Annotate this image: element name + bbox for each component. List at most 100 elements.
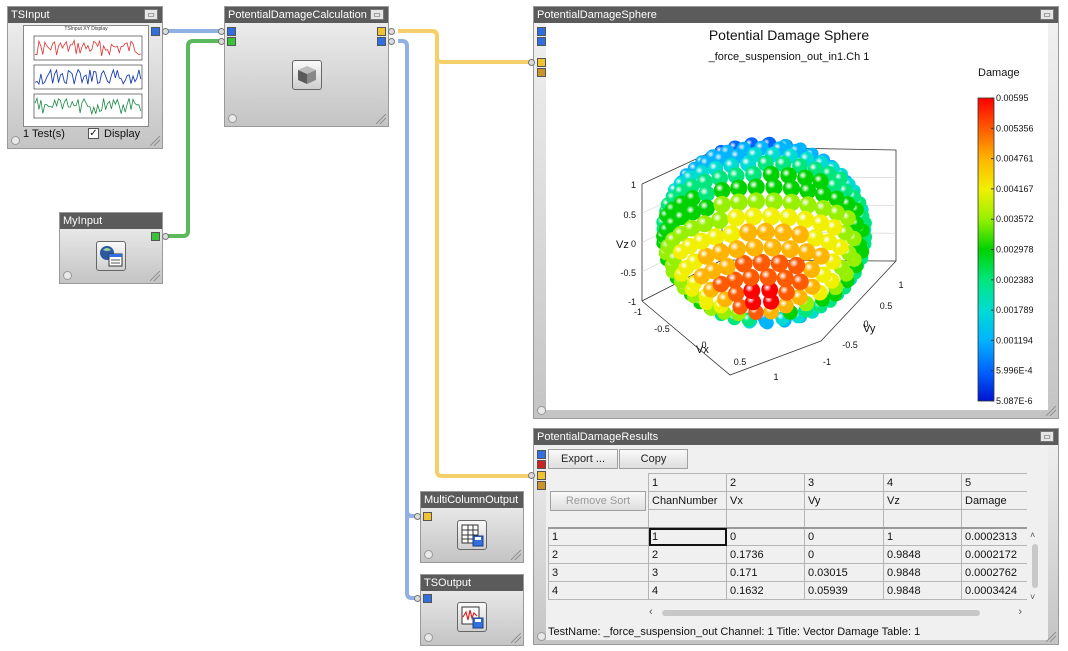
table-cell[interactable]: 0.05939 — [804, 581, 884, 600]
table-cell[interactable]: 0.171 — [726, 563, 805, 582]
column-number[interactable]: 3 — [804, 473, 884, 492]
column-header-damage[interactable]: Damage — [961, 491, 1027, 510]
results-input-port-1[interactable] — [537, 450, 546, 459]
row-index[interactable]: 3 — [548, 563, 649, 582]
sphere-chart[interactable]: Potential Damage Sphere _force_suspensio… — [546, 23, 1048, 410]
table-cell[interactable]: 0.0003424 — [961, 581, 1027, 600]
sphere-plot-area[interactable]: Potential Damage Sphere _force_suspensio… — [546, 23, 1048, 410]
table-cell[interactable]: 0 — [726, 527, 805, 546]
damage-sphere-panel[interactable]: PotentialDamageSphere ▭ Potential Damage… — [533, 6, 1059, 419]
resize-grip[interactable] — [150, 271, 160, 281]
results-input-port-2[interactable] — [537, 460, 546, 469]
resize-grip[interactable] — [511, 550, 521, 560]
maximize-icon[interactable]: ▭ — [144, 9, 158, 20]
calc-node[interactable]: PotentialDamageCalculation ▭ — [224, 6, 389, 127]
results-titlebar[interactable]: PotentialDamageResults ▭ — [534, 429, 1058, 445]
vertical-scrollbar[interactable]: ˄ ˅ — [1028, 530, 1042, 606]
table-cell[interactable]: 0.1736 — [726, 545, 805, 564]
table-row[interactable]: 4 4 0.1632 0.05939 0.9848 0.0003424 — [548, 581, 1027, 600]
sphere-titlebar[interactable]: PotentialDamageSphere ▭ — [534, 7, 1058, 23]
resize-grip[interactable] — [511, 633, 521, 643]
resize-grip[interactable] — [376, 114, 386, 124]
calc-output-port-2[interactable] — [377, 37, 386, 46]
row-index[interactable]: 2 — [548, 545, 649, 564]
horizontal-scrollbar[interactable]: ‹ › — [648, 606, 1024, 620]
calc-input-port-2[interactable] — [227, 37, 236, 46]
scroll-up-icon[interactable]: ˄ — [1030, 530, 1035, 540]
resize-grip[interactable] — [1046, 632, 1056, 642]
tsoutput-input-port[interactable] — [423, 594, 432, 603]
display-checkbox[interactable]: ✓ — [88, 128, 99, 139]
column-number[interactable]: 4 — [883, 473, 962, 492]
sphere-input-port-4[interactable] — [537, 68, 546, 77]
scroll-left-icon[interactable]: ‹ — [649, 606, 653, 618]
colorbar-tick-label: 5.087E-6 — [996, 396, 1033, 406]
table-cell[interactable]: 0 — [804, 527, 884, 546]
myinput-node[interactable]: MyInput — [59, 212, 163, 284]
column-header-chan[interactable]: ChanNumber — [648, 491, 727, 510]
multi-titlebar[interactable]: MultiColumnOutput — [421, 492, 523, 508]
x-tick-label: -0.5 — [654, 324, 670, 334]
row-index[interactable]: 1 — [548, 527, 649, 546]
column-number[interactable]: 1 — [648, 473, 727, 492]
column-header-vx[interactable]: Vx — [726, 491, 805, 510]
resize-grip[interactable] — [1046, 406, 1056, 416]
filter-cell[interactable] — [961, 509, 1027, 528]
copy-button[interactable]: Copy — [619, 449, 688, 469]
results-table[interactable]: 1 2 3 4 5 ChanNumber Vx Vy Vz Damage 1 1… — [548, 473, 1027, 600]
table-cell[interactable]: 0.0002762 — [961, 563, 1027, 582]
table-row[interactable]: 1 1 0 0 1 0.0002313 — [548, 527, 1027, 546]
filter-cell[interactable] — [804, 509, 884, 528]
maximize-icon[interactable]: ▭ — [1040, 9, 1054, 20]
tsoutput-node[interactable]: TSOutput — [420, 574, 524, 646]
sphere-input-port-2[interactable] — [537, 37, 546, 46]
table-cell[interactable]: 0.0002313 — [961, 527, 1027, 546]
table-cell[interactable]: 2 — [648, 545, 727, 564]
table-cell[interactable]: 1 — [648, 527, 727, 546]
table-cell[interactable]: 0.9848 — [883, 581, 962, 600]
table-cell[interactable]: 0.9848 — [883, 545, 962, 564]
calc-output-port-1[interactable] — [377, 27, 386, 36]
table-row[interactable]: 2 2 0.1736 0 0.9848 0.0002172 — [548, 545, 1027, 564]
myinput-titlebar[interactable]: MyInput — [60, 213, 162, 229]
scrollbar-thumb[interactable] — [662, 610, 980, 616]
results-input-port-3[interactable] — [537, 471, 546, 480]
sphere-input-port-3[interactable] — [537, 58, 546, 67]
tsinput-node[interactable]: TSInput ▭ TSInput XY Display 1 Test(s) ✓… — [7, 6, 163, 149]
multi-input-port[interactable] — [423, 512, 432, 521]
myinput-output-port[interactable] — [151, 232, 160, 241]
multicolumn-output-node[interactable]: MultiColumnOutput — [420, 491, 524, 563]
column-header-vz[interactable]: Vz — [883, 491, 962, 510]
scroll-right-icon[interactable]: › — [1018, 606, 1022, 618]
sphere-input-port-1[interactable] — [537, 27, 546, 36]
tsinput-output-port[interactable] — [151, 27, 160, 36]
scroll-down-icon[interactable]: ˅ — [1030, 592, 1035, 602]
table-cell[interactable]: 0.0002172 — [961, 545, 1027, 564]
column-number[interactable]: 2 — [726, 473, 805, 492]
table-cell[interactable]: 0.9848 — [883, 563, 962, 582]
table-cell[interactable]: 0.03015 — [804, 563, 884, 582]
column-header-vy[interactable]: Vy — [804, 491, 884, 510]
table-cell[interactable]: 1 — [883, 527, 962, 546]
scrollbar-thumb[interactable] — [1032, 544, 1038, 588]
export-button[interactable]: Export ... — [548, 449, 618, 469]
filter-cell[interactable] — [648, 509, 727, 528]
results-input-port-4[interactable] — [537, 481, 546, 490]
tsoutput-titlebar[interactable]: TSOutput — [421, 575, 523, 591]
calc-input-port-1[interactable] — [227, 27, 236, 36]
filter-cell[interactable] — [883, 509, 962, 528]
table-cell[interactable]: 3 — [648, 563, 727, 582]
row-index[interactable]: 4 — [548, 581, 649, 600]
column-number[interactable]: 5 — [961, 473, 1027, 492]
tsinput-titlebar[interactable]: TSInput ▭ — [8, 7, 162, 23]
table-cell[interactable]: 0.1632 — [726, 581, 805, 600]
tsinput-thumbnail[interactable]: TSInput XY Display — [23, 25, 149, 127]
table-cell[interactable]: 4 — [648, 581, 727, 600]
table-cell[interactable]: 0 — [804, 545, 884, 564]
table-row[interactable]: 3 3 0.171 0.03015 0.9848 0.0002762 — [548, 563, 1027, 582]
maximize-icon[interactable]: ▭ — [1040, 431, 1054, 442]
filter-cell[interactable] — [726, 509, 805, 528]
maximize-icon[interactable]: ▭ — [370, 9, 384, 20]
calc-titlebar[interactable]: PotentialDamageCalculation ▭ — [225, 7, 388, 23]
resize-grip[interactable] — [150, 136, 160, 146]
